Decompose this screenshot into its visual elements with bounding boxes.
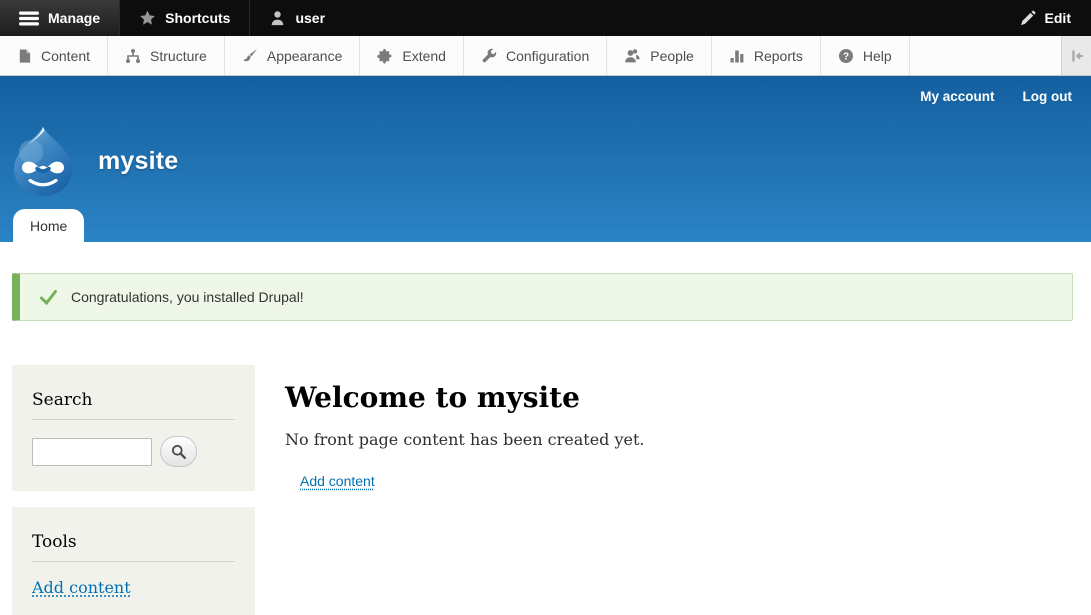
structure-icon [125,48,141,64]
admin-tab-shortcuts-label: Shortcuts [165,10,230,26]
search-submit-button[interactable] [160,436,197,467]
tray-item-help-label: Help [863,48,892,64]
user-icon [269,10,286,27]
site-name[interactable]: mysite [98,147,178,176]
tools-block-title: Tools [32,532,235,562]
tray-item-appearance-label: Appearance [267,48,343,64]
admin-toolbar: Manage Shortcuts user Edit [0,0,1091,36]
search-block-title: Search [32,390,235,420]
admin-tab-user-label: user [295,10,325,26]
admin-tab-shortcuts[interactable]: Shortcuts [119,0,249,36]
tray-item-content[interactable]: Content [0,36,108,75]
menu-icon [19,11,39,26]
secondary-menu: My account Log out [920,89,1072,104]
search-input[interactable] [32,438,152,466]
tray-item-help[interactable]: ? Help [821,36,910,75]
status-message-text: Congratulations, you installed Drupal! [71,289,304,305]
magnifier-icon [171,444,187,460]
tools-block: Tools Add content [12,507,255,615]
toggle-vertical-icon [1069,49,1085,63]
tray-item-people[interactable]: People [607,36,712,75]
tray-item-content-label: Content [41,48,90,64]
tray-item-structure-label: Structure [150,48,207,64]
search-form [32,436,235,467]
toolbar-orientation-toggle[interactable] [1061,36,1091,75]
tray-item-reports[interactable]: Reports [712,36,821,75]
add-content-link[interactable]: Add content [300,473,375,489]
help-icon: ? [838,48,854,64]
log-out-link[interactable]: Log out [1023,89,1072,104]
tools-add-content-link[interactable]: Add content [32,578,131,597]
extend-icon [377,48,393,64]
admin-tray: Content Structure Appearance Extend Conf… [0,36,1091,76]
no-content-text: No front page content has been created y… [285,430,1073,449]
appearance-icon [242,48,258,64]
reports-icon [729,48,745,64]
main-content: Welcome to mysite No front page content … [255,365,1073,491]
tray-item-structure[interactable]: Structure [108,36,225,75]
search-block: Search [12,365,255,491]
site-branding: mysite [10,125,178,197]
tray-item-configuration[interactable]: Configuration [464,36,607,75]
checkmark-icon [40,290,57,305]
star-icon [139,10,156,27]
tray-item-configuration-label: Configuration [506,48,589,64]
tray-item-extend[interactable]: Extend [360,36,464,75]
admin-tab-user[interactable]: user [249,0,344,36]
configuration-icon [481,48,497,64]
tray-item-appearance[interactable]: Appearance [225,36,361,75]
page-title: Welcome to mysite [285,381,1073,414]
status-message: Congratulations, you installed Drupal! [12,273,1073,321]
site-header: My account Log out mysite [0,76,1091,242]
admin-tab-manage[interactable]: Manage [0,0,119,36]
tray-item-extend-label: Extend [402,48,446,64]
edit-mode-button[interactable]: Edit [999,0,1091,36]
people-icon [624,48,641,64]
my-account-link[interactable]: My account [920,89,994,104]
page-content: Search Tools Add content Welcome to mysi… [12,365,1073,615]
admin-tab-manage-label: Manage [48,10,100,26]
edit-mode-label: Edit [1045,10,1071,26]
pencil-icon [1019,10,1036,27]
druplicon-logo[interactable] [10,125,76,197]
tray-item-people-label: People [650,48,694,64]
tray-item-reports-label: Reports [754,48,803,64]
tab-home[interactable]: Home [13,209,84,242]
content-icon [17,48,32,64]
svg-text:?: ? [843,51,849,62]
sidebar: Search Tools Add content [12,365,255,615]
